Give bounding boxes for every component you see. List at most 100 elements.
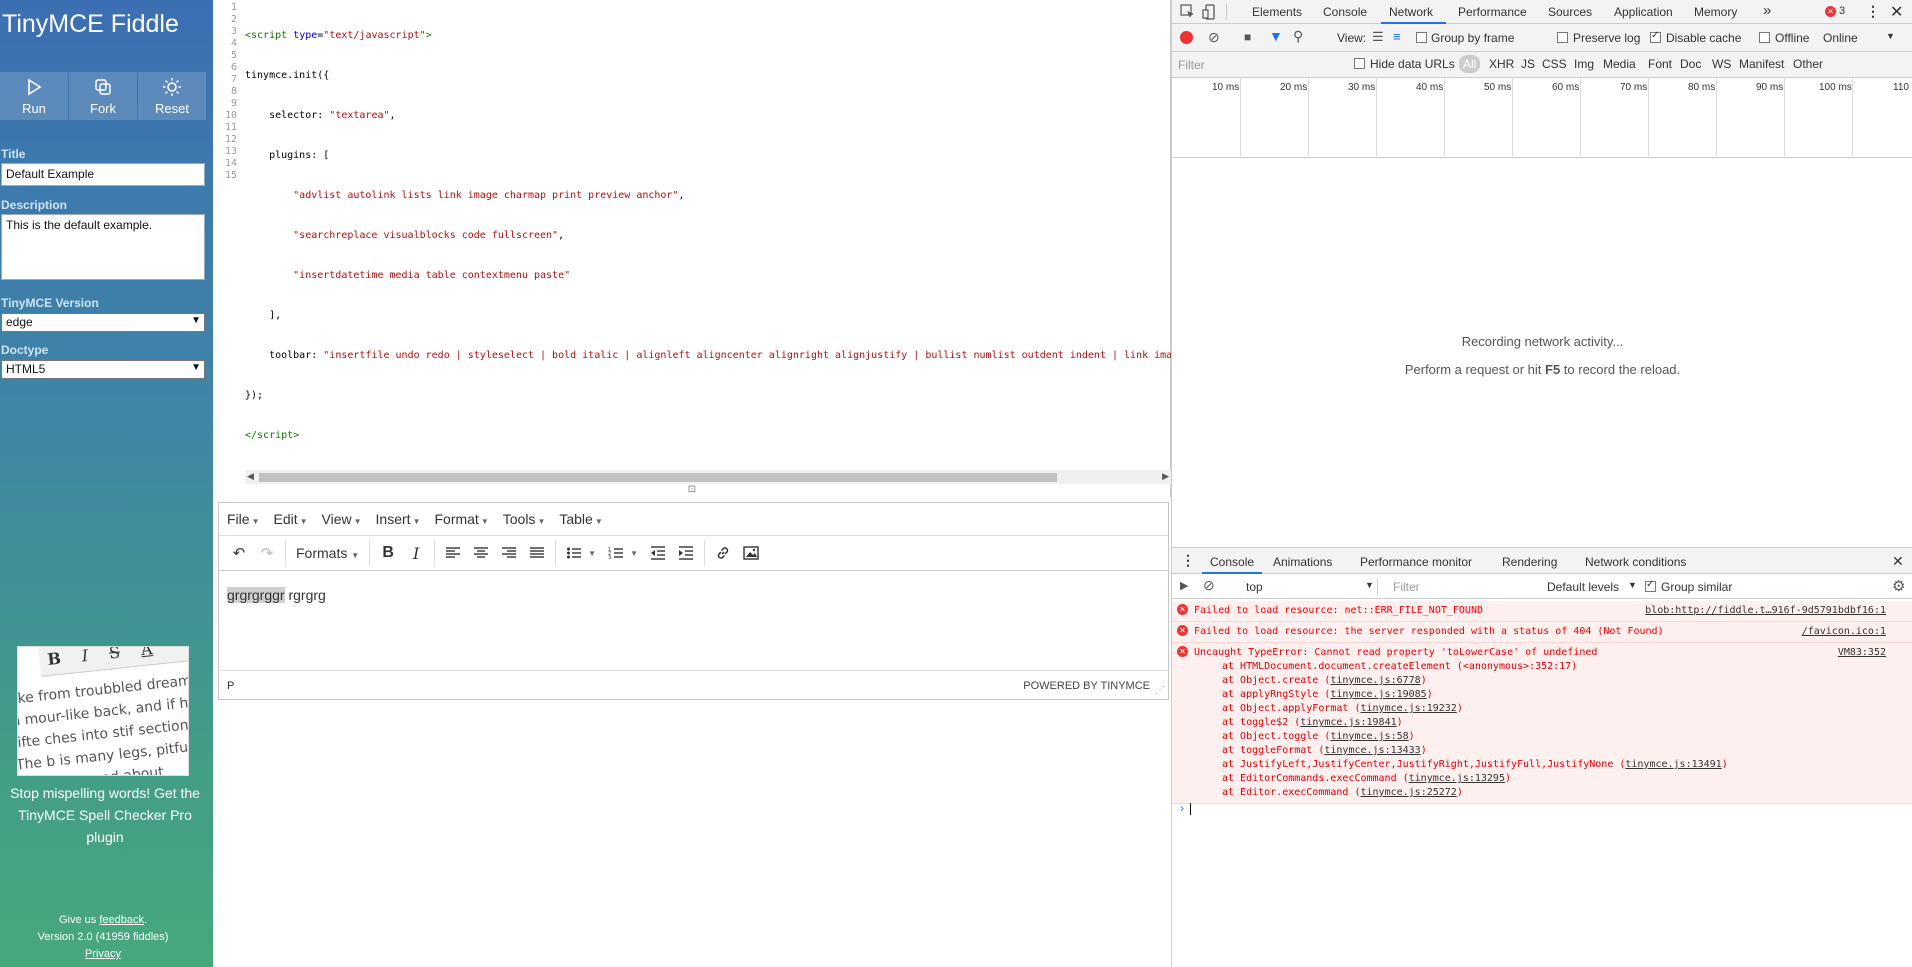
filter-ws[interactable]: WS — [1712, 57, 1731, 71]
filter-doc[interactable]: Doc — [1680, 57, 1701, 71]
tab-elements[interactable]: Elements — [1252, 5, 1302, 19]
log-levels-select[interactable]: Default levels — [1547, 580, 1619, 594]
filter-font[interactable]: Font — [1648, 57, 1672, 71]
stack-frame-link[interactable]: tinymce.js:19232 — [1360, 703, 1456, 714]
spellcheck-promo-text[interactable]: Stop mispelling words! Get the TinyMCE S… — [5, 782, 205, 848]
inspect-element-icon[interactable] — [1180, 4, 1196, 20]
outdent-button[interactable] — [644, 540, 672, 566]
run-button[interactable]: Run — [0, 72, 68, 120]
tab-performance[interactable]: Performance — [1458, 5, 1527, 19]
drawer-tab-console[interactable]: Console — [1210, 555, 1254, 569]
spellcheck-promo-image[interactable]: B I S A oke from troubbled dreams, h mou… — [17, 646, 189, 776]
align-justify-button[interactable] — [523, 540, 551, 566]
disable-cache-checkbox[interactable] — [1650, 30, 1661, 43]
network-timeline-overview[interactable]: 10 ms 20 ms 30 ms 40 ms 50 ms 60 ms 70 m… — [1172, 78, 1912, 158]
stack-frame-link[interactable]: tinymce.js:13491 — [1625, 759, 1721, 770]
italic-button[interactable]: I — [402, 540, 430, 566]
menu-tools[interactable]: Tools ▼ — [503, 511, 546, 527]
filter-img[interactable]: Img — [1574, 57, 1594, 71]
search-icon[interactable]: ⚲ — [1293, 28, 1303, 45]
kebab-menu-icon[interactable]: ⋮ — [1866, 3, 1880, 20]
filter-css[interactable]: CSS — [1542, 57, 1567, 71]
resize-grip-icon[interactable]: ⋰ — [1155, 685, 1165, 696]
filter-other[interactable]: Other — [1793, 57, 1823, 71]
filter-funnel-icon[interactable]: ▼ — [1269, 28, 1283, 44]
close-drawer-icon[interactable]: ✕ — [1892, 553, 1904, 570]
align-left-button[interactable] — [439, 540, 467, 566]
screenshot-camera-icon[interactable]: ■ — [1244, 30, 1251, 44]
drawer-tab-rendering[interactable]: Rendering — [1502, 555, 1557, 569]
console-filter-input[interactable]: Filter — [1393, 580, 1420, 594]
group-by-frame-checkbox[interactable] — [1416, 32, 1427, 43]
numbered-list-button[interactable]: 123 — [602, 540, 630, 566]
filter-all[interactable]: All — [1459, 55, 1481, 73]
error-source-link[interactable]: blob:http://fiddle.t…916f-9d5791bdbf16:1 — [1645, 604, 1886, 618]
group-similar-checkbox[interactable] — [1645, 579, 1656, 592]
chevron-down-icon[interactable]: ▼ — [588, 549, 596, 558]
error-icon[interactable]: ✕ — [1825, 6, 1836, 17]
filter-xhr[interactable]: XHR — [1489, 57, 1514, 71]
menu-format[interactable]: Format ▼ — [434, 511, 488, 527]
drawer-tab-animations[interactable]: Animations — [1273, 555, 1332, 569]
drawer-tab-performance-monitor[interactable]: Performance monitor — [1360, 555, 1472, 569]
image-button[interactable] — [737, 540, 765, 566]
filter-js[interactable]: JS — [1521, 57, 1535, 71]
clear-console-icon[interactable]: ⊘ — [1203, 577, 1215, 594]
drawer-tab-network-conditions[interactable]: Network conditions — [1585, 555, 1686, 569]
device-toolbar-icon[interactable] — [1202, 4, 1218, 20]
doctype-select[interactable]: HTML5 ▼ — [1, 360, 205, 379]
tab-console[interactable]: Console — [1323, 5, 1367, 19]
formats-dropdown[interactable]: Formats ▼ — [290, 545, 365, 561]
drawer-menu-icon[interactable]: ⋮ — [1181, 552, 1195, 569]
stack-frame-link[interactable]: tinymce.js:13295 — [1409, 773, 1505, 784]
scroll-right-arrow-icon[interactable]: ▶ — [1162, 471, 1169, 482]
scrollbar-thumb[interactable] — [259, 473, 1057, 482]
large-rows-icon[interactable]: ☰ — [1372, 29, 1384, 45]
link-button[interactable] — [709, 540, 737, 566]
editor-content-area[interactable]: grgrgrggr rgrgrg — [227, 587, 326, 603]
code-editor[interactable]: 1 2 3 4 5 6 7 8 9 10 11 12 13 14 15 <script type="text… — [213, 0, 1171, 601]
stack-frame-link[interactable]: tinymce.js:19841 — [1300, 717, 1396, 728]
menu-file[interactable]: File ▼ — [227, 511, 259, 527]
stack-frame-link[interactable]: tinymce.js:58 — [1330, 731, 1408, 742]
pane-splitter[interactable]: ⊡ — [213, 484, 1171, 498]
chevron-down-icon[interactable]: ▼ — [1628, 580, 1637, 590]
reset-button[interactable]: Reset — [138, 72, 206, 120]
error-source-link[interactable]: /favicon.ico:1 — [1802, 625, 1886, 639]
more-tabs-button[interactable]: » — [1763, 2, 1771, 19]
console-settings-gear-icon[interactable]: ⚙ — [1892, 577, 1905, 595]
version-select[interactable]: edge ▼ — [1, 313, 205, 332]
console-prompt[interactable]: › — [1180, 801, 1191, 815]
scroll-left-arrow-icon[interactable]: ◀ — [247, 471, 254, 482]
close-devtools-icon[interactable]: ✕ — [1890, 2, 1903, 22]
element-path[interactable]: P — [227, 680, 234, 692]
menu-edit[interactable]: Edit ▼ — [273, 511, 307, 527]
stack-frame-link[interactable]: tinymce.js:13433 — [1324, 745, 1420, 756]
align-center-button[interactable] — [467, 540, 495, 566]
throttle-select[interactable]: Online — [1823, 31, 1858, 45]
indent-button[interactable] — [672, 540, 700, 566]
error-source-link[interactable]: VM83:352 — [1838, 646, 1886, 660]
filter-media[interactable]: Media — [1603, 57, 1636, 71]
context-select[interactable]: top — [1246, 580, 1263, 594]
menu-insert[interactable]: Insert ▼ — [376, 511, 421, 527]
stack-frame-link[interactable]: tinymce.js:19085 — [1330, 689, 1426, 700]
stack-frame-link[interactable]: tinymce.js:25272 — [1360, 787, 1456, 798]
redo-button[interactable]: ↷ — [253, 540, 281, 566]
horizontal-scrollbar[interactable]: ◀ ▶ — [245, 470, 1171, 484]
description-textarea[interactable]: This is the default example. — [1, 214, 205, 280]
undo-button[interactable]: ↶ — [225, 540, 253, 566]
stack-frame-link[interactable]: tinymce.js:6778 — [1330, 675, 1420, 686]
preserve-log-checkbox[interactable] — [1557, 32, 1568, 43]
hide-data-urls-checkbox[interactable] — [1354, 58, 1365, 69]
tab-application[interactable]: Application — [1614, 5, 1673, 19]
chevron-down-icon[interactable]: ▼ — [1365, 580, 1374, 590]
offline-checkbox[interactable] — [1759, 32, 1770, 43]
privacy-link[interactable]: Privacy — [85, 948, 121, 960]
menu-view[interactable]: View ▼ — [322, 511, 362, 527]
clear-icon[interactable]: ⊘ — [1208, 29, 1220, 46]
tab-sources[interactable]: Sources — [1548, 5, 1592, 19]
record-icon[interactable] — [1180, 31, 1193, 44]
waterfall-icon[interactable]: ≡ — [1393, 29, 1401, 44]
powered-by-link[interactable]: POWERED BY TINYMCE — [1023, 680, 1150, 692]
